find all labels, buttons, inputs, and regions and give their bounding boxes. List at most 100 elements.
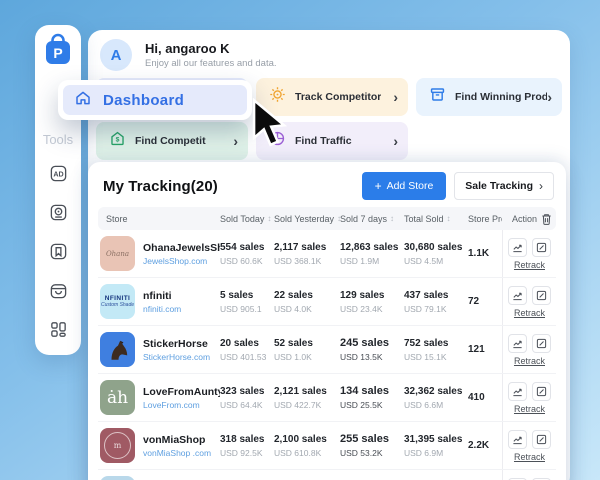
product-box-icon [429,86,446,108]
column-sold-yesterday[interactable]: Sold Yesterday↕ [274,214,340,224]
action-cell: Retrack [502,230,556,277]
feature-card-label: Find Traffic [295,135,352,147]
retrack-link[interactable]: Retrack [514,404,545,414]
chevron-right-icon: › [547,90,552,104]
sidebar: P Tools AD [35,25,81,355]
table-header-row: Store Sold Today↕ Sold Yesterday↕ Sold 7… [98,207,556,230]
edit-icon[interactable] [532,334,551,353]
app-logo-icon[interactable]: P [42,33,74,72]
store-name: nfiniti [143,290,181,302]
action-cell: Retrack [502,422,556,469]
store-domain-link[interactable]: vonMiaShop .com [143,448,211,458]
product-tracking-icon[interactable] [48,202,68,222]
retrack-link[interactable]: Retrack [514,452,545,462]
total-sold-cell: 752 salesUSD 15.1K [404,338,468,362]
column-total-sold[interactable]: Total Sold↕ [404,214,468,224]
store-logo: m [100,428,135,463]
greeting-subtitle: Enjoy all our features and data. [145,58,277,69]
feature-card-label: Find Winning Product [455,91,547,103]
edit-icon[interactable] [532,238,551,257]
greeting-header: A Hi, angaroo K Enjoy all our features a… [88,30,570,77]
store-logo: Ohana [100,236,135,271]
store-domain-link[interactable]: JewelsShop.com [143,256,220,266]
sold-today-cell: 318 salesUSD 92.5K [220,434,274,458]
chart-icon[interactable] [508,382,527,401]
dashboard-flyout[interactable]: Dashboard [58,80,252,120]
svg-text:$: $ [116,137,120,144]
store-domain-link[interactable]: LoveFrom.com [143,400,220,410]
table-row: StickerHorse StickerHorse.com 20 salesUS… [98,326,556,374]
ad-tool-icon[interactable]: AD [48,163,68,183]
feature-card-label: Track Competitor [295,91,381,103]
app-window: A Hi, angaroo K Enjoy all our features a… [0,0,600,480]
sold-7-days-cell: 12,863 salesUSD 1.9M [340,242,404,266]
edit-icon[interactable] [532,430,551,449]
action-cell: Retrack [502,470,556,480]
retrack-link[interactable]: Retrack [514,308,545,318]
column-sold-today[interactable]: Sold Today↕ [220,214,274,224]
sold-yesterday-cell: 2,121 salesUSD 422.7K [274,386,340,410]
greeting-title: Hi, angaroo K [145,41,277,56]
table-row: EaselyCreated EaselyCreated .com 328 sal… [98,470,556,480]
sort-icon: ↕ [390,214,394,223]
chart-icon[interactable] [508,286,527,305]
sold-yesterday-cell: 52 salesUSD 1.0K [274,338,340,362]
tracking-table: Store Sold Today↕ Sold Yesterday↕ Sold 7… [98,207,556,480]
store-products-cell: 72 [468,296,502,307]
my-tracking-title: My Tracking(20) [103,178,218,195]
store-logo [100,332,135,367]
store-products-cell: 121 [468,344,502,355]
pie-chart-icon [269,130,286,152]
feature-card-find-traffic[interactable]: Find Traffic › [256,122,408,160]
shopping-bag-icon[interactable] [48,280,68,300]
feature-card-track-competitor[interactable]: Track Competitor › [256,78,408,116]
sort-icon: ↕ [447,214,451,223]
sort-icon: ↕ [267,214,271,223]
store-logo: NFINITICustom Shade [100,284,135,319]
chevron-right-icon: › [233,134,238,148]
target-icon [269,86,286,108]
chart-icon[interactable] [508,430,527,449]
store-name: LoveFromAuntyHelen [143,386,220,398]
retrack-link[interactable]: Retrack [514,260,545,270]
store-domain-link[interactable]: nfiniti.com [143,304,181,314]
store-logo [100,476,135,480]
retrack-link[interactable]: Retrack [514,356,545,366]
edit-icon[interactable] [532,382,551,401]
column-store-products: Store Products [468,214,502,224]
dollar-store-icon: $ [109,130,126,152]
sold-today-cell: 554 salesUSD 60.6K [220,242,274,266]
tools-label: Tools [43,132,73,147]
action-cell: Retrack [502,278,556,325]
store-products-cell: 2.2K [468,440,502,451]
sold-7-days-cell: 134 salesUSD 25.5K [340,385,404,410]
chevron-right-icon: › [393,134,398,148]
sale-tracking-label: Sale Tracking [465,180,533,192]
sale-tracking-button[interactable]: Sale Tracking › [454,172,554,200]
feature-card-find-winning-product[interactable]: Find Winning Product › [416,78,562,116]
sold-yesterday-cell: 2,117 salesUSD 368.1K [274,242,340,266]
chart-icon[interactable] [508,238,527,257]
trash-icon[interactable] [541,213,552,225]
home-icon [74,89,92,112]
apps-grid-icon[interactable] [48,319,68,339]
feature-card-label: Find Competit [135,135,206,147]
total-sold-cell: 30,680 salesUSD 4.5M [404,242,468,266]
feature-card-find-competitor[interactable]: $ Find Competit › [96,122,248,160]
total-sold-cell: 32,362 salesUSD 6.6M [404,386,468,410]
chart-icon[interactable] [508,334,527,353]
table-row: Ohana OhanaJewelsShop JewelsShop.com 554… [98,230,556,278]
chevron-right-icon: › [539,179,543,193]
edit-icon[interactable] [532,286,551,305]
bookmark-box-icon[interactable] [48,241,68,261]
sold-today-cell: 20 salesUSD 401.53 [220,338,274,362]
add-store-button[interactable]: + Add Store [362,172,447,200]
avatar: A [100,39,132,71]
sold-today-cell: 5 salesUSD 905.1 [220,290,274,314]
total-sold-cell: 31,395 salesUSD 6.9M [404,434,468,458]
store-products-cell: 1.1K [468,248,502,259]
column-sold-7-days[interactable]: Sold 7 days↕ [340,214,404,224]
svg-text:P: P [53,45,62,61]
action-cell: Retrack [502,374,556,421]
store-domain-link[interactable]: StickerHorse.com [143,352,210,362]
